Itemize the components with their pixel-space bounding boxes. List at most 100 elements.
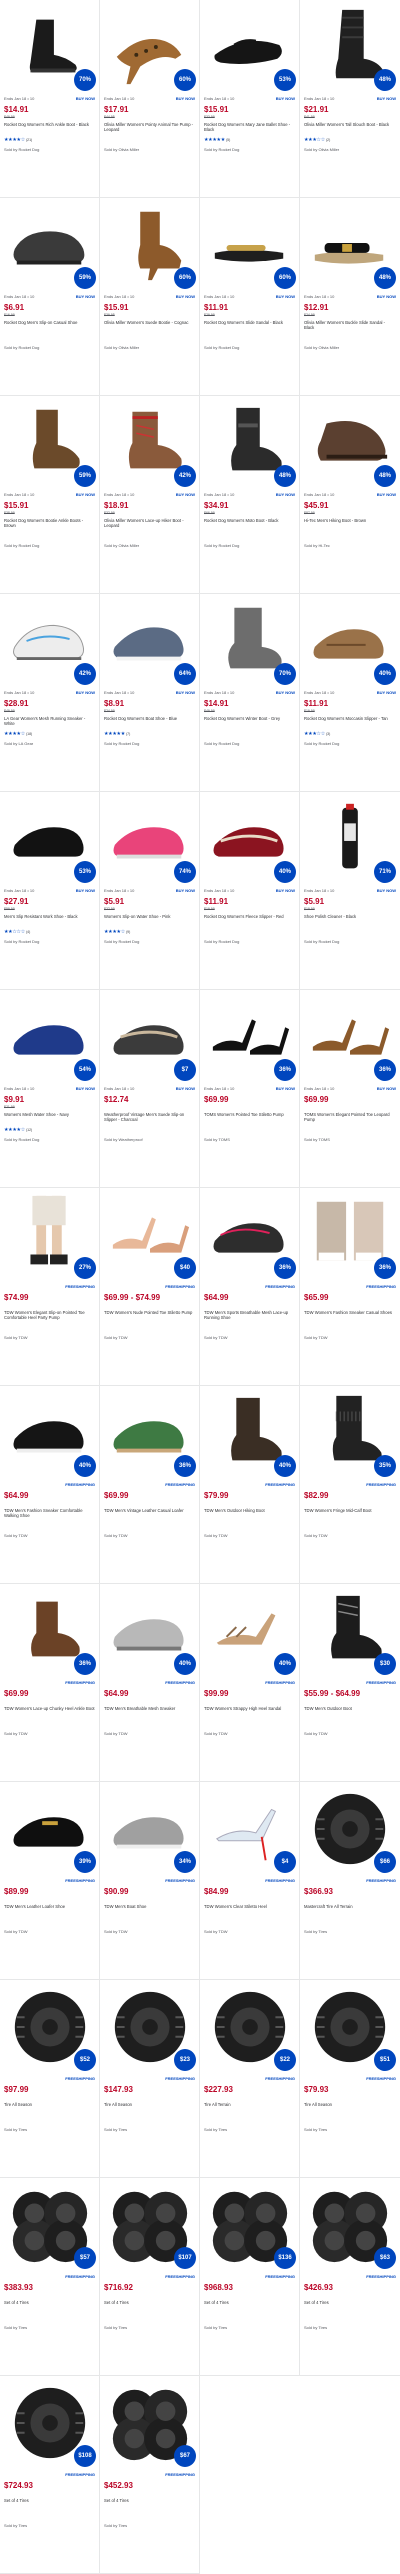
product-title[interactable]: Rocket Dog Women's Rich Ankle Boot - Bla… bbox=[4, 122, 95, 137]
product-title[interactable]: TDW Men's Boat Shoe bbox=[104, 1904, 195, 1919]
product-title[interactable]: TDW Men's Vintage Leather Casual Loafer bbox=[104, 1508, 195, 1523]
product-image[interactable]: 53% bbox=[204, 3, 296, 91]
seller-name[interactable]: Sold by TDW bbox=[4, 1929, 95, 1934]
product-image[interactable]: 39% bbox=[4, 1785, 96, 1873]
product-card[interactable]: 42% Ends Jan 18 • 10 BUY NOW $28.91 $49.… bbox=[0, 594, 100, 792]
product-card[interactable]: $40 FREESHIPPING $69.99 - $74.99 TDW Wom… bbox=[100, 1188, 200, 1386]
product-card[interactable]: 36% FREESHIPPING $69.99 TDW Women's Lace… bbox=[0, 1584, 100, 1782]
seller-name[interactable]: Sold by Tires bbox=[304, 2127, 396, 2132]
product-image[interactable]: $51 bbox=[304, 1983, 396, 2071]
product-card[interactable]: $7 Ends Jan 18 • 10 BUY NOW $12.74 Weath… bbox=[100, 990, 200, 1188]
product-title[interactable]: Women's Mesh Water Shoe - Navy bbox=[4, 1112, 95, 1127]
product-title[interactable]: Rocket Dog Women's Slide Sandal - Black bbox=[204, 320, 295, 335]
seller-name[interactable]: Sold by Olivia Miller bbox=[104, 345, 195, 350]
product-card[interactable]: 36% Ends Jan 18 • 10 BUY NOW $69.99 TOMS… bbox=[300, 990, 400, 1188]
product-card[interactable]: 60% Ends Jan 18 • 10 BUY NOW $15.91 $39.… bbox=[100, 198, 200, 396]
product-image[interactable]: 40% bbox=[4, 1389, 96, 1477]
product-image[interactable]: 59% bbox=[4, 399, 96, 487]
seller-name[interactable]: Sold by Rocket Dog bbox=[4, 1137, 95, 1142]
product-card[interactable]: 40% FREESHIPPING $64.99 TDW Men's Fashio… bbox=[0, 1386, 100, 1584]
product-title[interactable]: TDW Men's Fashion Sneaker Comfortable Wa… bbox=[4, 1508, 95, 1523]
product-title[interactable]: Rocket Dog Women's Bootie Ankle Boots - … bbox=[4, 518, 95, 533]
product-image[interactable]: 36% bbox=[104, 1389, 196, 1477]
product-image[interactable]: 34% bbox=[104, 1785, 196, 1873]
product-card[interactable]: $51 FREESHIPPING $79.93 Tire All Season … bbox=[300, 1980, 400, 2178]
product-image[interactable]: $67 bbox=[104, 2379, 196, 2467]
product-card[interactable]: 42% Ends Jan 18 • 10 BUY NOW $18.91 $32.… bbox=[100, 396, 200, 594]
product-card[interactable]: 59% Ends Jan 18 • 10 BUY NOW $6.91 $16.9… bbox=[0, 198, 100, 396]
product-image[interactable]: 48% bbox=[304, 3, 396, 91]
seller-name[interactable]: Sold by Weatherproof bbox=[104, 1137, 195, 1142]
product-image[interactable]: $23 bbox=[104, 1983, 196, 2071]
product-title[interactable]: TDW Men's Sports Breathable Mesh Lace-up… bbox=[204, 1310, 295, 1325]
seller-name[interactable]: Sold by TDW bbox=[204, 1533, 295, 1538]
product-image[interactable]: 36% bbox=[304, 1191, 396, 1279]
product-card[interactable]: 59% Ends Jan 18 • 10 BUY NOW $15.91 $38.… bbox=[0, 396, 100, 594]
seller-name[interactable]: Sold by TDW bbox=[204, 1335, 295, 1340]
product-image[interactable]: 60% bbox=[204, 201, 296, 289]
seller-name[interactable]: Sold by TDW bbox=[104, 1533, 195, 1538]
seller-name[interactable]: Sold by Rocket Dog bbox=[204, 939, 295, 944]
product-title[interactable]: Rocket Dog Women's Mary Jane Ballet Shoe… bbox=[204, 122, 295, 137]
product-card[interactable]: $136 FREESHIPPING $968.93 Set of 4 Tires… bbox=[200, 2178, 300, 2376]
product-card[interactable]: 64% Ends Jan 18 • 10 BUY NOW $8.91 $24.9… bbox=[100, 594, 200, 792]
product-card[interactable]: $52 FREESHIPPING $97.99 Tire All Season … bbox=[0, 1980, 100, 2178]
seller-name[interactable]: Sold by TDW bbox=[304, 1335, 396, 1340]
product-card[interactable]: 48% Ends Jan 18 • 10 BUY NOW $45.91 $87.… bbox=[300, 396, 400, 594]
product-title[interactable]: Women's Slip-on Water Shoe - Pink bbox=[104, 914, 195, 929]
product-image[interactable]: 36% bbox=[304, 993, 396, 1081]
seller-name[interactable]: Sold by Rocket Dog bbox=[204, 741, 295, 746]
product-image[interactable]: $22 bbox=[204, 1983, 296, 2071]
product-card[interactable]: 74% Ends Jan 18 • 10 BUY NOW $5.91 $22.9… bbox=[100, 792, 200, 990]
product-title[interactable]: Men's Slip Resistant Work Shoe - Black bbox=[4, 914, 95, 929]
seller-name[interactable]: Sold by Tires bbox=[204, 2325, 295, 2330]
seller-name[interactable]: Sold by TDW bbox=[104, 1929, 195, 1934]
product-image[interactable]: 40% bbox=[204, 1587, 296, 1675]
product-image[interactable]: 60% bbox=[104, 3, 196, 91]
product-title[interactable]: Weatherproof Vintage Men's Suede Slip-on… bbox=[104, 1112, 195, 1127]
product-card[interactable]: 40% FREESHIPPING $64.99 TDW Men's Breath… bbox=[100, 1584, 200, 1782]
product-title[interactable]: Hi-Tec Men's Hiking Boot - Brown bbox=[304, 518, 396, 533]
product-card[interactable]: 39% FREESHIPPING $89.99 TDW Men's Leathe… bbox=[0, 1782, 100, 1980]
product-image[interactable]: 53% bbox=[4, 795, 96, 883]
product-title[interactable]: Set of 4 Tires bbox=[104, 2300, 195, 2315]
product-title[interactable]: Olivia Miller Women's Tall Slouch Boot -… bbox=[304, 122, 396, 137]
product-title[interactable]: Set of 4 Tires bbox=[4, 2300, 95, 2315]
product-title[interactable]: Tire All Season bbox=[304, 2102, 396, 2117]
seller-name[interactable]: Sold by Rocket Dog bbox=[4, 345, 95, 350]
product-image[interactable]: 36% bbox=[4, 1587, 96, 1675]
product-image[interactable]: $7 bbox=[104, 993, 196, 1081]
product-card[interactable]: $23 FREESHIPPING $147.93 Tire All Season… bbox=[100, 1980, 200, 2178]
product-title[interactable]: Set of 4 Tires bbox=[204, 2300, 295, 2315]
product-image[interactable]: $63 bbox=[304, 2181, 396, 2269]
seller-name[interactable]: Sold by Rocket Dog bbox=[204, 345, 295, 350]
product-title[interactable]: TDW Men's Leather Loafer Shoe bbox=[4, 1904, 95, 1919]
product-image[interactable]: 36% bbox=[204, 1191, 296, 1279]
product-image[interactable]: 36% bbox=[204, 993, 296, 1081]
product-image[interactable]: 54% bbox=[4, 993, 96, 1081]
product-image[interactable]: 40% bbox=[204, 795, 296, 883]
seller-name[interactable]: Sold by Rocket Dog bbox=[104, 741, 195, 746]
product-title[interactable]: TOMS Women's Pointed Toe Stiletto Pump bbox=[204, 1112, 295, 1127]
seller-name[interactable]: Sold by TDW bbox=[104, 1731, 195, 1736]
product-card[interactable]: $108 FREESHIPPING $724.93 Set of 4 Tires… bbox=[0, 2376, 100, 2574]
product-card[interactable]: 53% Ends Jan 18 • 10 BUY NOW $27.91 $59.… bbox=[0, 792, 100, 990]
product-title[interactable]: Tire All Season bbox=[104, 2102, 195, 2117]
product-card[interactable]: $67 FREESHIPPING $452.93 Set of 4 Tires … bbox=[100, 2376, 200, 2574]
product-title[interactable]: Olivia Miller Women's Buckle Slide Sanda… bbox=[304, 320, 396, 335]
product-card[interactable]: $107 FREESHIPPING $716.92 Set of 4 Tires… bbox=[100, 2178, 200, 2376]
product-card[interactable]: 70% Ends Jan 18 • 10 BUY NOW $14.91 $49.… bbox=[200, 594, 300, 792]
product-card[interactable]: 40% FREESHIPPING $79.99 TDW Men's Outdoo… bbox=[200, 1386, 300, 1584]
product-card[interactable]: 40% FREESHIPPING $99.99 TDW Women's Stra… bbox=[200, 1584, 300, 1782]
product-image[interactable]: $107 bbox=[104, 2181, 196, 2269]
product-card[interactable]: $4 FREESHIPPING $84.99 TDW Women's Clear… bbox=[200, 1782, 300, 1980]
product-title[interactable]: Set of 4 Tires bbox=[304, 2300, 396, 2315]
seller-name[interactable]: Sold by Olivia Miller bbox=[104, 543, 195, 548]
seller-name[interactable]: Sold by TDW bbox=[204, 1731, 295, 1736]
product-title[interactable]: Olivia Miller Women's Pointy Animal Toe … bbox=[104, 122, 195, 137]
product-title[interactable]: Rocket Dog Women's Boat Shoe - Blue bbox=[104, 716, 195, 731]
seller-name[interactable]: Sold by Tires bbox=[304, 1929, 396, 1934]
product-title[interactable]: Set of 4 Tires bbox=[4, 2498, 95, 2513]
product-card[interactable]: 27% FREESHIPPING $74.99 TDW Women's Eleg… bbox=[0, 1188, 100, 1386]
seller-name[interactable]: Sold by Rocket Dog bbox=[204, 543, 295, 548]
